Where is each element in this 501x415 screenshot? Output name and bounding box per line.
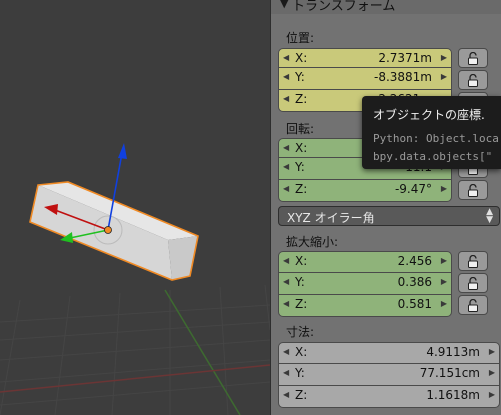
tooltip-title: オブジェクトの座標.	[373, 108, 485, 122]
field-value: 0.386	[397, 275, 432, 289]
increment-arrow-icon[interactable]: ▶	[489, 347, 495, 356]
lock-open-icon	[468, 277, 478, 290]
lock-open-icon	[468, 184, 478, 197]
viewport-scene	[0, 143, 270, 415]
lock-open-icon	[468, 255, 478, 268]
field-value: -8.3881m	[373, 70, 432, 84]
scale-label: 拡大縮小:	[286, 235, 339, 249]
axis-label: Z:	[295, 92, 308, 106]
lock-location-y-button[interactable]	[458, 70, 488, 90]
location-y-field[interactable]: ◀ Y: -8.3881m ▶	[278, 68, 452, 90]
decrement-arrow-icon[interactable]: ◀	[283, 347, 289, 356]
rotation-mode-value: XYZ オイラー角	[287, 211, 375, 225]
decrement-arrow-icon[interactable]: ◀	[283, 184, 289, 193]
increment-arrow-icon[interactable]: ▶	[441, 299, 447, 308]
decrement-arrow-icon[interactable]: ◀	[283, 53, 289, 62]
tooltip: オブジェクトの座標. Python: Object.loca bpy.data.…	[362, 96, 501, 169]
increment-arrow-icon[interactable]: ▶	[489, 368, 495, 377]
axis-label: Y:	[295, 275, 305, 289]
tooltip-python-path: Python: Object.loca	[373, 132, 499, 145]
decrement-arrow-icon[interactable]: ◀	[283, 72, 289, 81]
up-down-arrows-icon: ▲ ▼	[486, 207, 493, 225]
increment-arrow-icon[interactable]: ▶	[441, 256, 447, 265]
field-value: 0.581	[397, 297, 432, 311]
lock-location-x-button[interactable]	[458, 48, 488, 68]
dimensions-label: 寸法:	[286, 325, 315, 339]
field-value: 2.456	[397, 254, 432, 268]
increment-arrow-icon[interactable]: ▶	[489, 390, 495, 399]
dimensions-z-field[interactable]: ◀ Z: 1.1618m ▶	[278, 386, 500, 408]
decrement-arrow-icon[interactable]: ◀	[283, 94, 289, 103]
decrement-arrow-icon[interactable]: ◀	[283, 277, 289, 286]
lock-open-icon	[468, 52, 478, 65]
axis-label: Y:	[295, 366, 305, 380]
rotation-label: 回転:	[286, 122, 315, 136]
panel-header[interactable]: ▼ トランスフォーム	[271, 0, 501, 14]
location-x-field[interactable]: ◀ X: 2.7371m ▶	[278, 48, 452, 68]
triangle-down-icon[interactable]: ▼	[280, 0, 288, 10]
z-axis-arrow-icon[interactable]	[118, 143, 127, 159]
axis-label: Y:	[295, 70, 305, 84]
lock-open-icon	[468, 74, 478, 87]
increment-arrow-icon[interactable]: ▶	[441, 53, 447, 62]
dimensions-x-field[interactable]: ◀ X: 4.9113m ▶	[278, 342, 500, 364]
lock-scale-y-button[interactable]	[458, 273, 488, 293]
decrement-arrow-icon[interactable]: ◀	[283, 256, 289, 265]
axis-label: X:	[295, 141, 308, 155]
axis-label: Z:	[295, 297, 308, 311]
decrement-arrow-icon[interactable]: ◀	[283, 390, 289, 399]
scale-y-field[interactable]: ◀ Y: 0.386 ▶	[278, 273, 452, 295]
axis-label: Y:	[295, 160, 305, 174]
lock-open-icon	[468, 299, 478, 312]
decrement-arrow-icon[interactable]: ◀	[283, 143, 289, 152]
lock-scale-z-button[interactable]	[458, 295, 488, 315]
increment-arrow-icon[interactable]: ▶	[441, 184, 447, 193]
decrement-arrow-icon[interactable]: ◀	[283, 162, 289, 171]
lock-scale-x-button[interactable]	[458, 251, 488, 271]
increment-arrow-icon[interactable]: ▶	[441, 72, 447, 81]
location-label: 位置:	[286, 31, 315, 45]
object-origin-icon	[104, 226, 112, 234]
floor-grid	[0, 284, 270, 415]
axis-label: X:	[295, 254, 308, 268]
dimensions-y-field[interactable]: ◀ Y: 77.151cm ▶	[278, 364, 500, 386]
increment-arrow-icon[interactable]: ▶	[441, 277, 447, 286]
axis-label: X:	[295, 345, 308, 359]
axis-label: Z:	[295, 388, 308, 402]
field-value: 77.151cm	[419, 366, 480, 380]
scale-x-field[interactable]: ◀ X: 2.456 ▶	[278, 251, 452, 273]
decrement-arrow-icon[interactable]: ◀	[283, 368, 289, 377]
decrement-arrow-icon[interactable]: ◀	[283, 299, 289, 308]
panel-title: トランスフォーム	[292, 0, 396, 14]
axis-label: X:	[295, 51, 308, 65]
scale-z-field[interactable]: ◀ Z: 0.581 ▶	[278, 295, 452, 317]
rotation-z-field[interactable]: ◀ Z: -9.47° ▶	[278, 180, 452, 202]
axis-label: Z:	[295, 182, 308, 196]
field-value: -9.47°	[394, 182, 432, 196]
field-value: 1.1618m	[426, 388, 480, 402]
lock-rotation-z-button[interactable]	[458, 180, 488, 200]
tooltip-python-data: bpy.data.objects["	[373, 150, 493, 163]
3d-viewport[interactable]	[0, 0, 270, 415]
rotation-mode-dropdown[interactable]: XYZ オイラー角 ▲ ▼	[278, 206, 500, 226]
field-value: 4.9113m	[426, 345, 480, 359]
field-value: 2.7371m	[378, 51, 432, 65]
